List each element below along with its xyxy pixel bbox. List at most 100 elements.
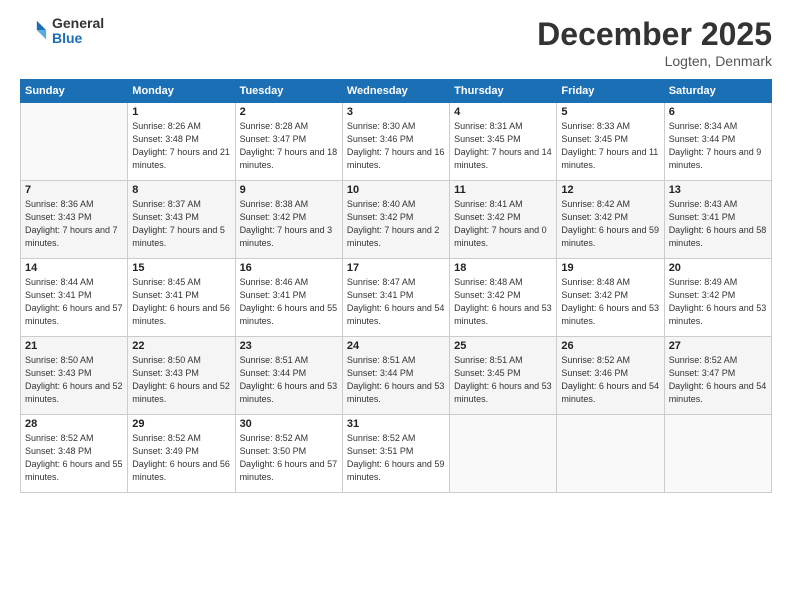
week-row-4: 21Sunrise: 8:50 AMSunset: 3:43 PMDayligh… xyxy=(21,337,772,415)
day-info: Sunrise: 8:52 AMSunset: 3:50 PMDaylight:… xyxy=(240,432,338,484)
calendar-cell: 6 Sunrise: 8:34 AMSunset: 3:44 PMDaylight… xyxy=(664,103,771,181)
day-number: 3 xyxy=(347,106,445,118)
title-block: December 2025 Logten, Denmark xyxy=(537,16,772,69)
col-header-thursday: Thursday xyxy=(450,80,557,103)
calendar-cell: 19Sunrise: 8:48 AMSunset: 3:42 PMDayligh… xyxy=(557,259,664,337)
logo-blue: Blue xyxy=(52,31,104,46)
calendar-cell: 26Sunrise: 8:52 AMSunset: 3:46 PMDayligh… xyxy=(557,337,664,415)
calendar-cell: 28Sunrise: 8:52 AMSunset: 3:48 PMDayligh… xyxy=(21,415,128,493)
calendar-cell: 29 Sunrise: 8:52 AMSunset: 3:49 PMDayligh… xyxy=(128,415,235,493)
calendar-cell: 30 Sunrise: 8:52 AMSunset: 3:50 PMDayligh… xyxy=(235,415,342,493)
day-info: Sunrise: 8:42 AMSunset: 3:42 PMDaylight:… xyxy=(561,198,659,250)
day-number: 29 xyxy=(132,418,230,430)
day-number: 2 xyxy=(240,106,338,118)
day-info: Sunrise: 8:52 AMSunset: 3:49 PMDaylight:… xyxy=(132,432,230,484)
day-info: Sunrise: 8:38 AMSunset: 3:42 PMDaylight:… xyxy=(240,198,338,250)
day-info: Sunrise: 8:46 AMSunset: 3:41 PMDaylight:… xyxy=(240,276,338,328)
calendar-cell: 2 Sunrise: 8:28 AMSunset: 3:47 PMDaylight… xyxy=(235,103,342,181)
day-number: 17 xyxy=(347,262,445,274)
day-info: Sunrise: 8:47 AMSunset: 3:41 PMDaylight:… xyxy=(347,276,445,328)
day-info: Sunrise: 8:26 AMSunset: 3:48 PMDaylight:… xyxy=(132,120,230,172)
day-info: Sunrise: 8:36 AMSunset: 3:43 PMDaylight:… xyxy=(25,198,123,250)
week-row-2: 7 Sunrise: 8:36 AMSunset: 3:43 PMDaylight… xyxy=(21,181,772,259)
day-info: Sunrise: 8:31 AMSunset: 3:45 PMDaylight:… xyxy=(454,120,552,172)
calendar-cell: 20Sunrise: 8:49 AMSunset: 3:42 PMDayligh… xyxy=(664,259,771,337)
day-number: 6 xyxy=(669,106,767,118)
day-number: 14 xyxy=(25,262,123,274)
day-info: Sunrise: 8:28 AMSunset: 3:47 PMDaylight:… xyxy=(240,120,338,172)
day-info: Sunrise: 8:33 AMSunset: 3:45 PMDaylight:… xyxy=(561,120,659,172)
day-number: 30 xyxy=(240,418,338,430)
day-number: 13 xyxy=(669,184,767,196)
calendar-cell: 27Sunrise: 8:52 AMSunset: 3:47 PMDayligh… xyxy=(664,337,771,415)
logo-icon xyxy=(20,17,48,45)
day-info: Sunrise: 8:48 AMSunset: 3:42 PMDaylight:… xyxy=(454,276,552,328)
day-info: Sunrise: 8:41 AMSunset: 3:42 PMDaylight:… xyxy=(454,198,552,250)
calendar-cell: 22Sunrise: 8:50 AMSunset: 3:43 PMDayligh… xyxy=(128,337,235,415)
calendar-cell: 14 Sunrise: 8:44 AMSunset: 3:41 PMDayligh… xyxy=(21,259,128,337)
calendar-cell xyxy=(21,103,128,181)
day-number: 24 xyxy=(347,340,445,352)
calendar-cell: 25Sunrise: 8:51 AMSunset: 3:45 PMDayligh… xyxy=(450,337,557,415)
day-number: 12 xyxy=(561,184,659,196)
day-info: Sunrise: 8:40 AMSunset: 3:42 PMDaylight:… xyxy=(347,198,445,250)
day-number: 5 xyxy=(561,106,659,118)
header-row: SundayMondayTuesdayWednesdayThursdayFrid… xyxy=(21,80,772,103)
calendar-cell: 23Sunrise: 8:51 AMSunset: 3:44 PMDayligh… xyxy=(235,337,342,415)
calendar-cell: 21Sunrise: 8:50 AMSunset: 3:43 PMDayligh… xyxy=(21,337,128,415)
calendar-cell: 5 Sunrise: 8:33 AMSunset: 3:45 PMDaylight… xyxy=(557,103,664,181)
calendar-cell: 16 Sunrise: 8:46 AMSunset: 3:41 PMDayligh… xyxy=(235,259,342,337)
day-number: 11 xyxy=(454,184,552,196)
calendar-cell: 31 Sunrise: 8:52 AMSunset: 3:51 PMDayligh… xyxy=(342,415,449,493)
day-info: Sunrise: 8:52 AMSunset: 3:51 PMDaylight:… xyxy=(347,432,445,484)
calendar-cell: 11 Sunrise: 8:41 AMSunset: 3:42 PMDayligh… xyxy=(450,181,557,259)
day-info: Sunrise: 8:30 AMSunset: 3:46 PMDaylight:… xyxy=(347,120,445,172)
col-header-monday: Monday xyxy=(128,80,235,103)
day-info: Sunrise: 8:51 AMSunset: 3:44 PMDaylight:… xyxy=(347,354,445,406)
calendar-cell: 4 Sunrise: 8:31 AMSunset: 3:45 PMDaylight… xyxy=(450,103,557,181)
day-number: 16 xyxy=(240,262,338,274)
col-header-saturday: Saturday xyxy=(664,80,771,103)
col-header-wednesday: Wednesday xyxy=(342,80,449,103)
col-header-friday: Friday xyxy=(557,80,664,103)
calendar-cell xyxy=(664,415,771,493)
calendar-cell: 7 Sunrise: 8:36 AMSunset: 3:43 PMDaylight… xyxy=(21,181,128,259)
calendar-cell: 17 Sunrise: 8:47 AMSunset: 3:41 PMDayligh… xyxy=(342,259,449,337)
day-number: 26 xyxy=(561,340,659,352)
day-info: Sunrise: 8:44 AMSunset: 3:41 PMDaylight:… xyxy=(25,276,123,328)
day-number: 25 xyxy=(454,340,552,352)
page: General Blue December 2025 Logten, Denma… xyxy=(0,0,792,612)
logo: General Blue xyxy=(20,16,104,47)
month-title: December 2025 xyxy=(537,16,772,53)
day-number: 18 xyxy=(454,262,552,274)
day-info: Sunrise: 8:43 AMSunset: 3:41 PMDaylight:… xyxy=(669,198,767,250)
day-info: Sunrise: 8:48 AMSunset: 3:42 PMDaylight:… xyxy=(561,276,659,328)
week-row-1: 1 Sunrise: 8:26 AMSunset: 3:48 PMDaylight… xyxy=(21,103,772,181)
day-number: 28 xyxy=(25,418,123,430)
day-number: 31 xyxy=(347,418,445,430)
day-number: 9 xyxy=(240,184,338,196)
day-info: Sunrise: 8:37 AMSunset: 3:43 PMDaylight:… xyxy=(132,198,230,250)
logo-general: General xyxy=(52,16,104,31)
col-header-sunday: Sunday xyxy=(21,80,128,103)
calendar-cell: 15 Sunrise: 8:45 AMSunset: 3:41 PMDayligh… xyxy=(128,259,235,337)
day-number: 7 xyxy=(25,184,123,196)
calendar-cell: 1 Sunrise: 8:26 AMSunset: 3:48 PMDaylight… xyxy=(128,103,235,181)
calendar-cell xyxy=(557,415,664,493)
day-number: 15 xyxy=(132,262,230,274)
day-info: Sunrise: 8:51 AMSunset: 3:44 PMDaylight:… xyxy=(240,354,338,406)
week-row-5: 28Sunrise: 8:52 AMSunset: 3:48 PMDayligh… xyxy=(21,415,772,493)
day-number: 1 xyxy=(132,106,230,118)
day-info: Sunrise: 8:50 AMSunset: 3:43 PMDaylight:… xyxy=(132,354,230,406)
calendar-cell: 10Sunrise: 8:40 AMSunset: 3:42 PMDayligh… xyxy=(342,181,449,259)
day-info: Sunrise: 8:45 AMSunset: 3:41 PMDaylight:… xyxy=(132,276,230,328)
day-info: Sunrise: 8:34 AMSunset: 3:44 PMDaylight:… xyxy=(669,120,767,172)
calendar-cell xyxy=(450,415,557,493)
header: General Blue December 2025 Logten, Denma… xyxy=(20,16,772,69)
day-number: 4 xyxy=(454,106,552,118)
col-header-tuesday: Tuesday xyxy=(235,80,342,103)
day-info: Sunrise: 8:49 AMSunset: 3:42 PMDaylight:… xyxy=(669,276,767,328)
day-info: Sunrise: 8:50 AMSunset: 3:43 PMDaylight:… xyxy=(25,354,123,406)
calendar-cell: 8Sunrise: 8:37 AMSunset: 3:43 PMDaylight… xyxy=(128,181,235,259)
logo-text: General Blue xyxy=(52,16,104,47)
